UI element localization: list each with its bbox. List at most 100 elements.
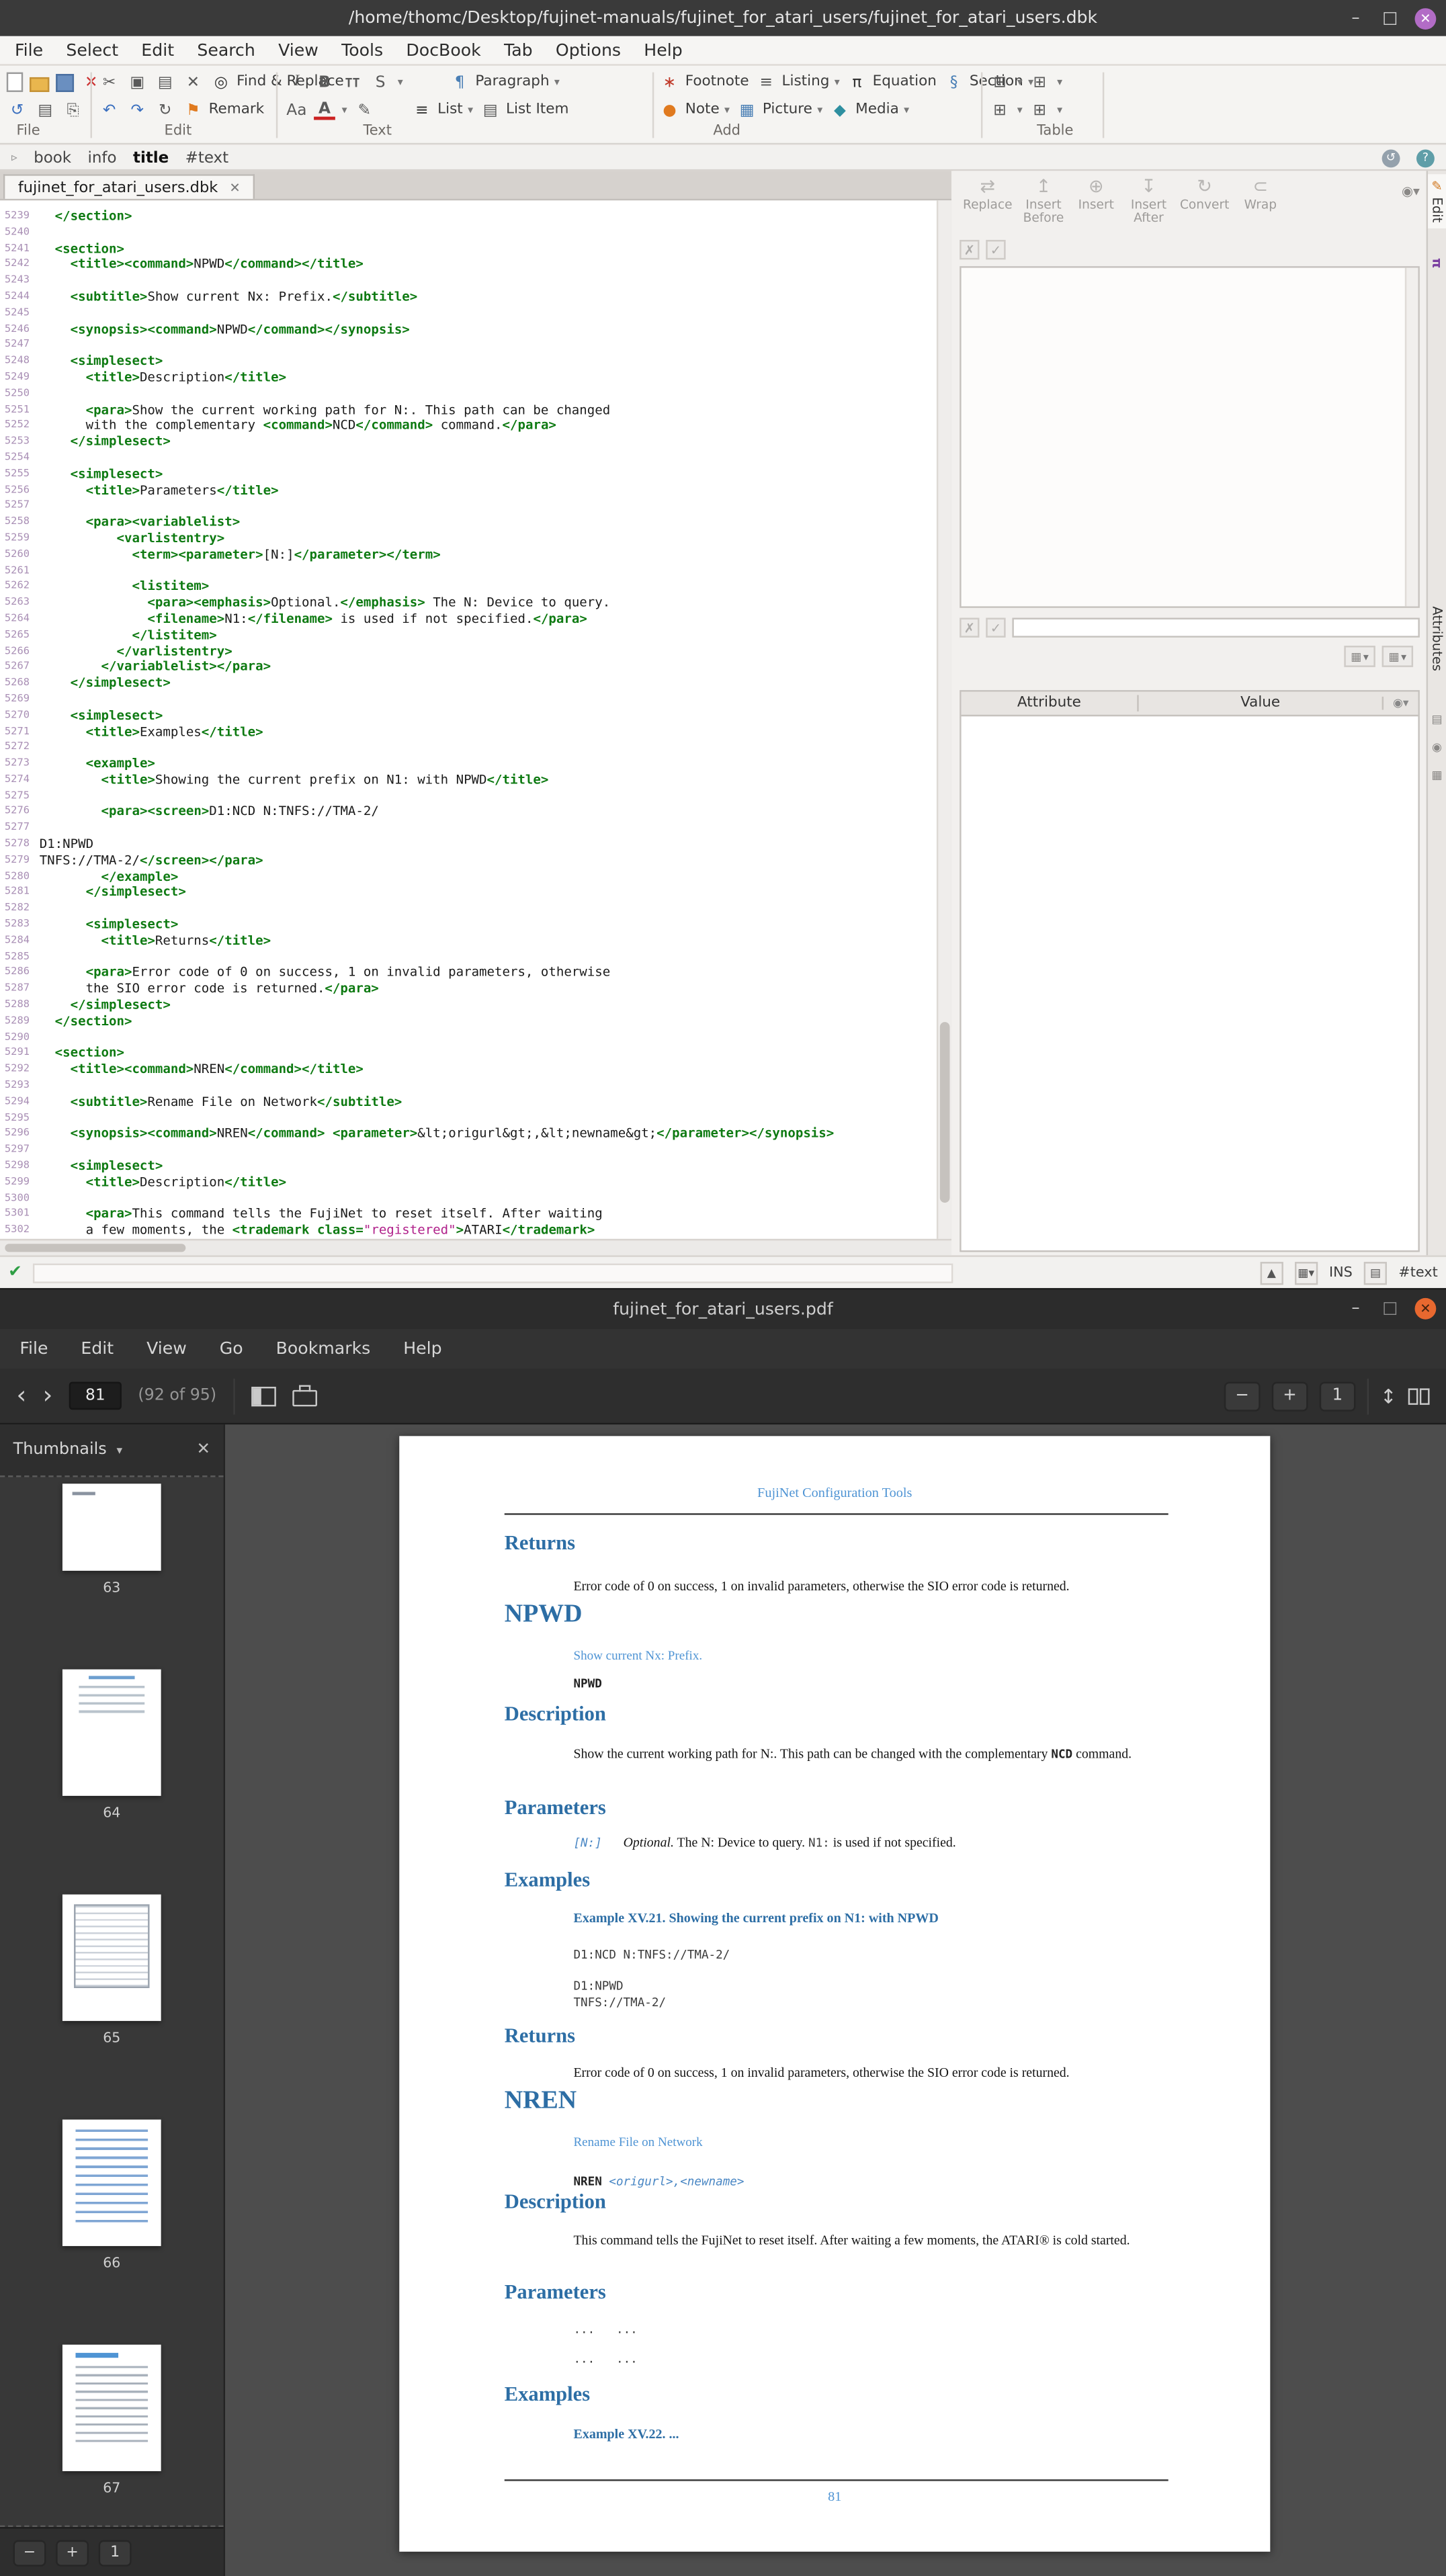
menu-edit[interactable]: Edit: [130, 40, 185, 60]
save-icon[interactable]: [56, 73, 74, 91]
attribute-column-header[interactable]: Attribute: [962, 695, 1139, 711]
vertical-scroll-thumb[interactable]: [940, 1022, 950, 1203]
page-number-input[interactable]: [69, 1382, 122, 1410]
copy-icon[interactable]: ▣: [126, 71, 148, 93]
breadcrumb-expander-icon[interactable]: ▹: [11, 151, 17, 165]
font-color-icon[interactable]: A: [314, 100, 335, 120]
strike-icon[interactable]: S: [370, 71, 391, 93]
panel-options-icon[interactable]: ◉▾: [1402, 184, 1420, 199]
menu-search[interactable]: Search: [185, 40, 267, 60]
cancel-edit-icon[interactable]: ✗: [960, 240, 979, 259]
sidebar-zoom-reset-button[interactable]: 1: [99, 2539, 132, 2565]
insert-table-icon[interactable]: ⊞: [989, 71, 1011, 93]
confirm-attribute-icon[interactable]: ✓: [986, 617, 1005, 637]
insert-button[interactable]: ⊕Insert: [1072, 174, 1121, 237]
zoom-out-button[interactable]: −: [1224, 1381, 1261, 1410]
table-cell-icon[interactable]: ⊞: [1029, 99, 1051, 121]
next-page-icon[interactable]: ›: [43, 1383, 53, 1408]
value-picker-icon[interactable]: ▦▾: [1382, 646, 1413, 667]
insert-table-caret-icon[interactable]: ▾: [1017, 75, 1023, 89]
lock-icon[interactable]: ◉: [1428, 741, 1446, 755]
wrap-button[interactable]: ⊂Wrap: [1236, 174, 1285, 237]
minimize-button[interactable]: –: [1346, 9, 1365, 27]
sidebar-zoom-in-button[interactable]: +: [56, 2539, 89, 2565]
attribute-picker-icon[interactable]: ▦▾: [1344, 646, 1375, 667]
monospace-icon[interactable]: TT: [342, 71, 364, 93]
document-tab[interactable]: fujinet_for_atari_users.dbk ✕: [3, 174, 255, 199]
note-button[interactable]: ● Note ▾: [659, 99, 730, 121]
delete-icon[interactable]: ✕: [182, 71, 204, 93]
editor-horizontal-scrollbar[interactable]: [0, 1239, 951, 1255]
breadcrumb-item-book[interactable]: book: [34, 148, 71, 167]
pdf-page-view[interactable]: FujiNet Configuration Tools Returns Erro…: [225, 1424, 1446, 2576]
clipboard-icon[interactable]: ▤: [1428, 713, 1446, 726]
insert-after-button[interactable]: ↧InsertAfter: [1124, 174, 1173, 237]
redo-icon[interactable]: ↷: [126, 99, 148, 121]
scroll-top-icon[interactable]: ▲: [1260, 1261, 1283, 1284]
attributes-table[interactable]: Attribute Value ◉▾: [960, 690, 1420, 1252]
sidebar-mode-select[interactable]: Thumbnails: [13, 1441, 107, 1459]
tab-attributes[interactable]: Attributes: [1428, 601, 1446, 676]
paste-icon[interactable]: ▤: [155, 71, 176, 93]
list-button[interactable]: ≡ List ▾: [411, 99, 473, 121]
horizontal-scroll-thumb[interactable]: [5, 1244, 185, 1252]
breadcrumb-item-text-node[interactable]: #text: [185, 148, 228, 167]
thumbnail-item[interactable]: 63: [0, 1484, 224, 1595]
font-size-icon[interactable]: Aa: [286, 99, 308, 121]
sidebar-toggle-icon[interactable]: [251, 1386, 275, 1406]
value-column-header[interactable]: Value: [1139, 695, 1382, 711]
menu-tools[interactable]: Tools: [330, 40, 394, 60]
new-document-icon[interactable]: [7, 73, 23, 92]
pdf-minimize-button[interactable]: –: [1346, 1299, 1365, 1317]
paragraph-button[interactable]: ¶ Paragraph ▾: [449, 71, 560, 93]
italic-icon[interactable]: I: [286, 71, 308, 93]
sidebar-zoom-out-button[interactable]: −: [13, 2539, 46, 2565]
table-cell-caret-icon[interactable]: ▾: [1057, 103, 1062, 117]
thumbnail-list[interactable]: 6364656667: [0, 1477, 224, 2527]
view-options-icon[interactable]: ▦▾: [1295, 1261, 1318, 1284]
help-icon[interactable]: ?: [1416, 148, 1435, 167]
table-column-caret-icon[interactable]: ▾: [1057, 75, 1062, 89]
attribute-value-input[interactable]: [1012, 617, 1419, 637]
pdf-menu-file[interactable]: File: [3, 1339, 65, 1359]
zoom-in-button[interactable]: +: [1272, 1381, 1308, 1410]
close-button[interactable]: ✕: [1415, 7, 1437, 29]
menu-help[interactable]: Help: [632, 40, 694, 60]
breadcrumb-item-info[interactable]: info: [88, 148, 117, 167]
thumbnail-item[interactable]: 64: [0, 1670, 224, 1821]
menu-select[interactable]: Select: [54, 40, 130, 60]
pdf-menu-bookmarks[interactable]: Bookmarks: [259, 1339, 387, 1359]
menu-view[interactable]: View: [267, 40, 330, 60]
tab-equation-pi[interactable]: π: [1428, 253, 1446, 273]
font-color-caret-icon[interactable]: ▾: [342, 103, 347, 117]
edit-style-icon[interactable]: ✎: [353, 99, 375, 121]
grid-icon[interactable]: ▦: [1428, 769, 1446, 782]
listing-button[interactable]: ≡ Listing ▾: [755, 71, 839, 93]
list-scrollbar[interactable]: [1405, 268, 1418, 607]
tab-edit[interactable]: ✎ Edit: [1428, 174, 1446, 227]
insert-before-button[interactable]: ↥InsertBefore: [1019, 174, 1068, 237]
pdf-titlebar[interactable]: fujinet_for_atari_users.pdf – □ ✕: [0, 1290, 1446, 1330]
footnote-button[interactable]: ∗ Footnote: [659, 71, 749, 93]
breadcrumb-item-title[interactable]: title: [133, 148, 169, 167]
pdf-menu-view[interactable]: View: [130, 1339, 204, 1359]
cancel-attribute-icon[interactable]: ✗: [960, 617, 979, 637]
sidebar-mode-caret-icon[interactable]: ▾: [116, 1443, 122, 1457]
zoom-reset-button[interactable]: 1: [1320, 1381, 1356, 1410]
menu-tab[interactable]: Tab: [493, 40, 544, 60]
confirm-edit-icon[interactable]: ✓: [986, 240, 1005, 259]
undo-icon[interactable]: ↶: [99, 99, 120, 121]
sidebar-close-icon[interactable]: ✕: [196, 1441, 210, 1459]
dual-page-icon[interactable]: [1408, 1387, 1430, 1404]
fit-page-icon[interactable]: ↕: [1380, 1384, 1397, 1407]
open-folder-icon[interactable]: [30, 77, 49, 91]
list-item-button[interactable]: ▤ List Item: [480, 99, 569, 121]
pdf-close-button[interactable]: ✕: [1415, 1297, 1437, 1319]
maximize-button[interactable]: □: [1380, 9, 1400, 27]
media-button[interactable]: ◆ Media ▾: [829, 99, 909, 121]
table-row-icon[interactable]: ⊞: [989, 99, 1011, 121]
xml-source-editor[interactable]: 5239 </section>5240 5241 <section>5242 <…: [0, 200, 951, 1239]
replace-button[interactable]: ⇄Replace: [960, 174, 1015, 237]
cut-icon[interactable]: ✂: [99, 71, 120, 93]
menu-options[interactable]: Options: [544, 40, 632, 60]
